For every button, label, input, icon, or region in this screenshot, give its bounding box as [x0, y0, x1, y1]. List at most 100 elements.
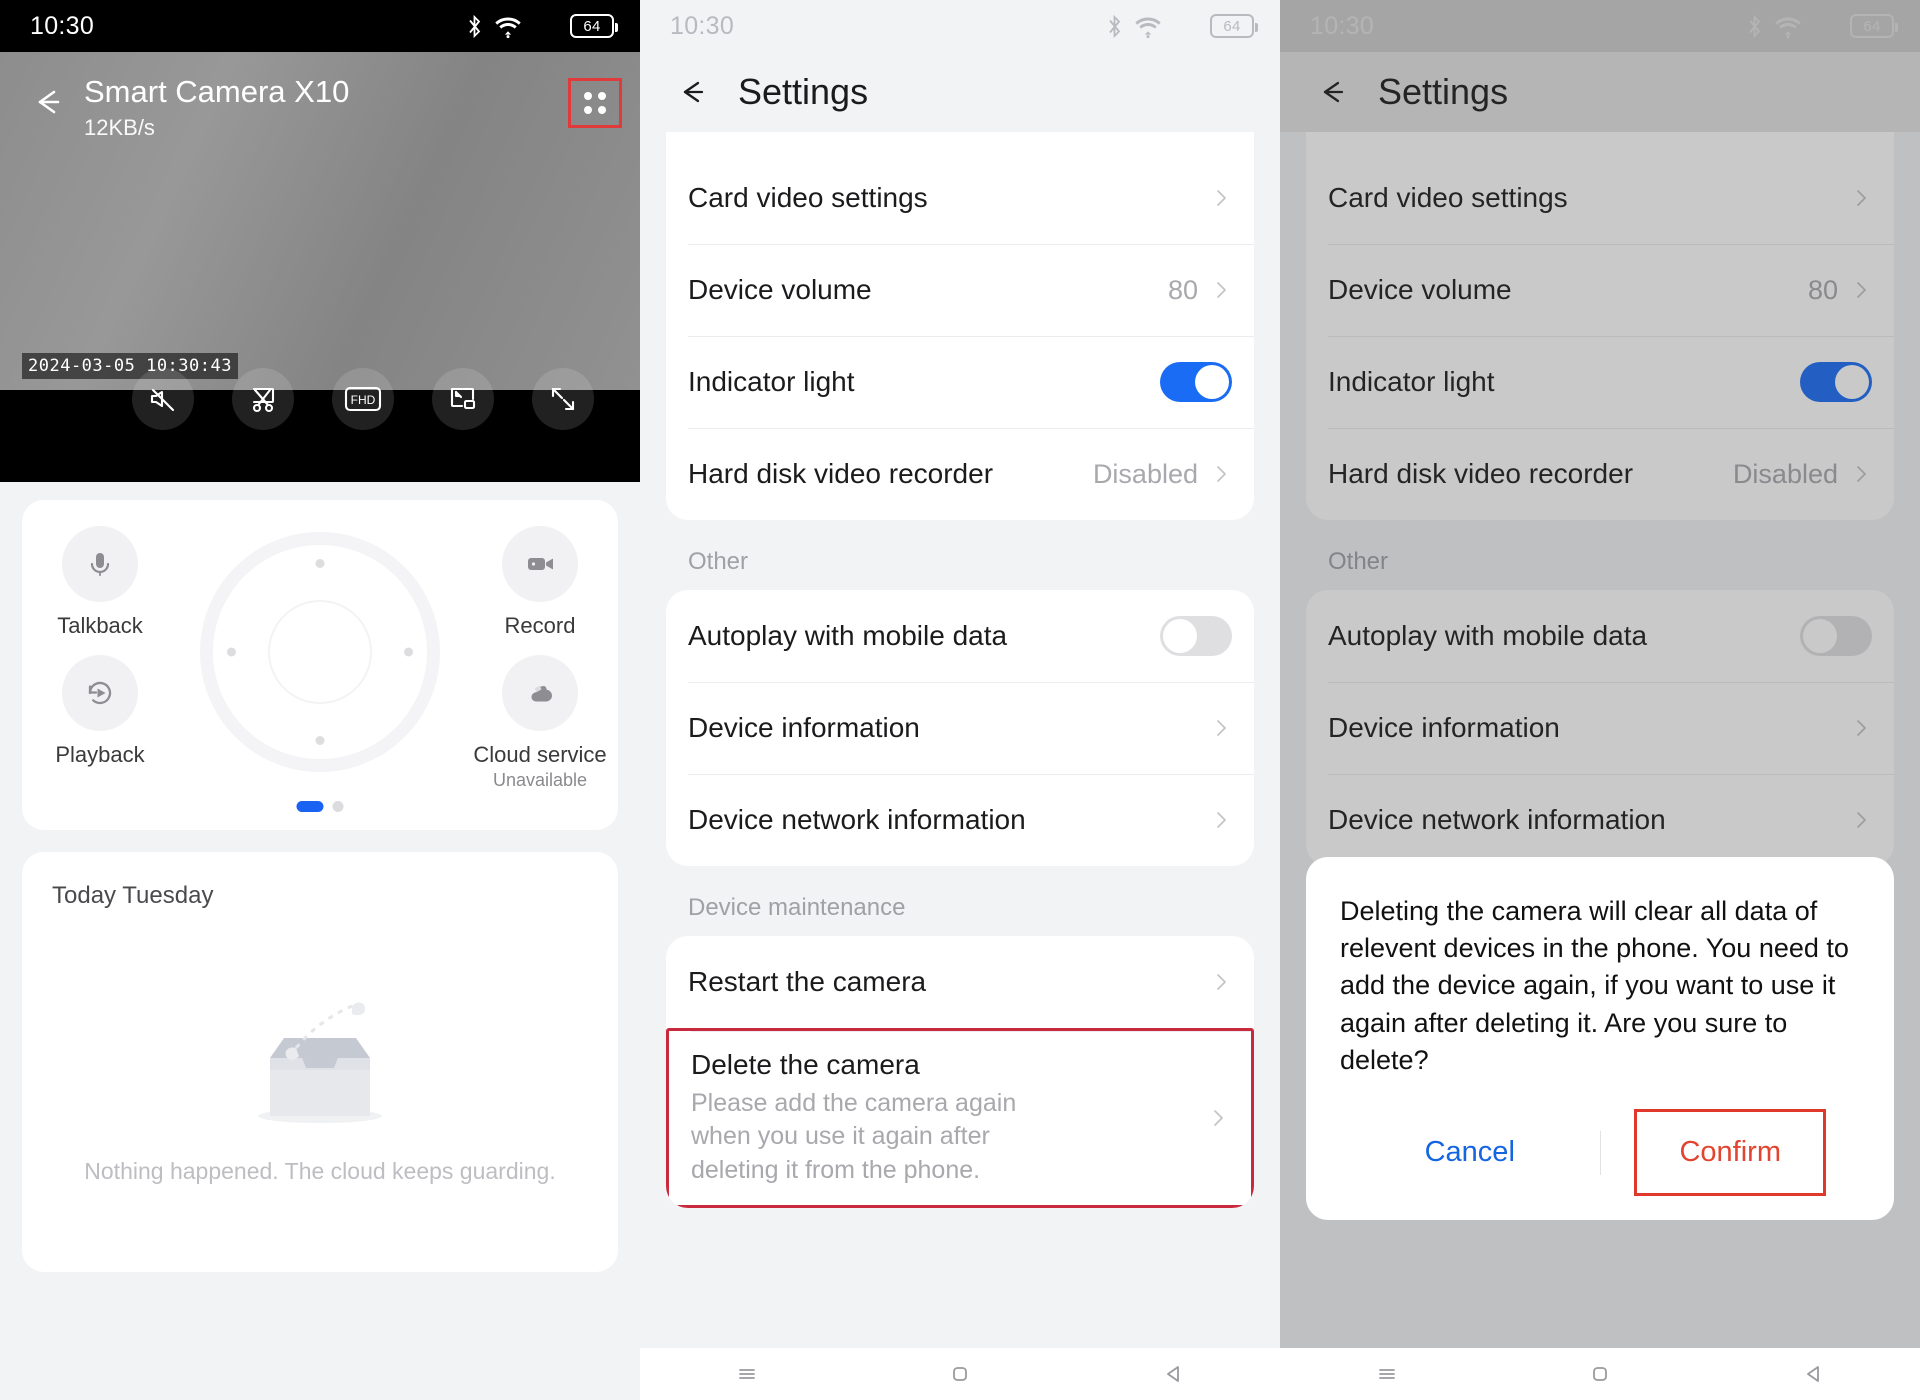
status-bar: 10:30 ✕ 64 [0, 0, 640, 52]
ptz-dot-up [315, 558, 325, 568]
control-label: Playback [55, 742, 145, 767]
status-icons: ✕ 64 [466, 14, 618, 39]
settings-header: Settings [640, 52, 1280, 132]
menu-dot [598, 92, 606, 100]
grid-menu-icon[interactable] [568, 78, 622, 128]
confirm-button-wrap: Confirm [1601, 1109, 1861, 1196]
battery-icon: 64 [1210, 14, 1258, 38]
dialog-actions: Cancel Confirm [1340, 1109, 1860, 1196]
wifi-icon [1135, 17, 1161, 38]
delete-confirm-dialog: Deleting the camera will clear all data … [1306, 856, 1894, 1220]
control-pager[interactable] [296, 801, 344, 812]
status-icons: ✕ 64 [1106, 14, 1258, 39]
battery-level: 64 [1223, 17, 1241, 35]
fullscreen-icon[interactable] [532, 368, 594, 430]
ptz-dot-right [404, 647, 413, 657]
control-record[interactable]: Record [492, 526, 588, 639]
snapshot-scissors-icon[interactable] [232, 368, 294, 430]
row-device-network-information[interactable]: Device network information [666, 774, 1254, 866]
indicator-light-toggle[interactable] [1160, 362, 1232, 402]
status-bar: 10:30 ✕ 64 [640, 0, 1280, 52]
picture-in-picture-icon[interactable] [432, 368, 494, 430]
control-talkback[interactable]: Talkback [52, 526, 148, 639]
home-icon[interactable] [1585, 1359, 1615, 1389]
pager-dot-active[interactable] [296, 801, 324, 812]
row-delete-camera[interactable]: Delete the camera Please add the camera … [666, 1028, 1254, 1208]
recents-icon[interactable] [732, 1359, 762, 1389]
recents-icon[interactable] [1372, 1359, 1402, 1389]
live-video-player[interactable]: Smart Camera X10 12KB/s 2024-03-05 10:30… [0, 52, 640, 482]
settings-screen-dimmed: 10:30 ✕ 64 Settings Card video settings [1280, 0, 1920, 1348]
row-label: Restart the camera [688, 966, 927, 997]
battery-icon: 64 [570, 14, 618, 38]
video-top-bar: Smart Camera X10 12KB/s [0, 52, 640, 141]
settings-group-maintenance: Restart the camera Delete the camera Ple… [666, 936, 1254, 1208]
control-sublabel: Unavailable [492, 770, 588, 790]
microphone-icon [62, 526, 138, 602]
autoplay-toggle[interactable] [1160, 616, 1232, 656]
settings-screen: 10:30 ✕ 64 Settings Card video settings [640, 0, 1280, 1348]
pager-dot[interactable] [332, 801, 344, 812]
no-sim-icon: ✕ [538, 16, 554, 35]
camera-control-card: Talkback Record Playback Cloud service U… [22, 500, 618, 830]
back-icon[interactable] [1798, 1359, 1828, 1389]
chevron-right-icon [1217, 720, 1226, 736]
status-time: 10:30 [30, 11, 95, 40]
cloud-icon [502, 655, 578, 731]
control-grid: Talkback Record Playback Cloud service U… [52, 526, 607, 791]
event-card: Today Tuesday Nothing happened. The clou… [22, 852, 618, 1272]
delete-camera-description: Please add the camera again when you use… [691, 1089, 1017, 1184]
row-label: Card video settings [688, 182, 928, 213]
back-arrow-icon[interactable] [670, 70, 714, 114]
row-hard-disk-video-recorder[interactable]: Hard disk video recorder Disabled [666, 428, 1254, 520]
device-title: Smart Camera X10 [84, 74, 350, 109]
ptz-dpad[interactable] [200, 531, 440, 772]
control-label: Cloud service [473, 742, 607, 767]
ptz-dpad-center[interactable] [268, 599, 372, 704]
control-label: Record [504, 613, 576, 638]
wifi-icon [495, 17, 521, 38]
back-icon[interactable] [1158, 1359, 1188, 1389]
ptz-dot-left [227, 647, 236, 657]
chevron-right-icon [1217, 974, 1226, 990]
android-nav-bar [1280, 1348, 1920, 1400]
chevron-right-icon [1217, 190, 1226, 206]
delete-camera-title: Delete the camera [691, 1049, 920, 1081]
section-other: Other [688, 548, 749, 575]
menu-dot [598, 106, 606, 114]
playback-icon [62, 655, 138, 731]
row-card-video-settings[interactable]: Card video settings [666, 152, 1254, 244]
fhd-quality-icon[interactable]: FHD [332, 368, 394, 430]
row-device-information[interactable]: Device information [666, 682, 1254, 774]
row-label: Autoplay with mobile data [688, 620, 1008, 651]
video-controls: FHD [0, 368, 640, 430]
toggle-knob [1163, 619, 1197, 653]
row-indicator-light[interactable]: Indicator light [666, 336, 1254, 428]
control-cloud-service[interactable]: Cloud service Unavailable [473, 655, 607, 791]
settings-scroll-area[interactable]: Card video settings Device volume 80 Ind… [640, 132, 1280, 1208]
home-icon[interactable] [945, 1359, 975, 1389]
section-device-maintenance: Device maintenance [688, 894, 906, 921]
delete-camera-text: Delete the camera Please add the camera … [691, 1049, 1207, 1187]
toggle-knob [1195, 365, 1229, 399]
row-device-volume[interactable]: Device volume 80 [666, 244, 1254, 336]
confirm-button[interactable]: Confirm [1679, 1122, 1781, 1183]
no-sim-icon: ✕ [1178, 16, 1194, 35]
cancel-button[interactable]: Cancel [1340, 1122, 1600, 1183]
panel-settings-with-dialog: 10:30 ✕ 64 Settings Card video settings [1280, 0, 1920, 1400]
chevron-right-icon [1217, 282, 1226, 298]
bitrate-label: 12KB/s [84, 114, 155, 140]
row-restart-camera[interactable]: Restart the camera [666, 936, 1254, 1028]
dialog-message: Deleting the camera will clear all data … [1340, 895, 1849, 1075]
row-label: Indicator light [688, 366, 855, 397]
control-playback[interactable]: Playback [52, 655, 148, 791]
video-titles: Smart Camera X10 12KB/s [84, 74, 568, 141]
android-nav-bar [640, 1348, 1280, 1400]
back-arrow-icon[interactable] [18, 74, 74, 130]
menu-dot [584, 92, 592, 100]
row-autoplay-mobile-data[interactable]: Autoplay with mobile data [666, 590, 1254, 682]
video-camera-icon [502, 526, 578, 602]
chevron-right-icon [1217, 812, 1226, 828]
menu-dot [584, 106, 592, 114]
mute-icon[interactable] [132, 368, 194, 430]
